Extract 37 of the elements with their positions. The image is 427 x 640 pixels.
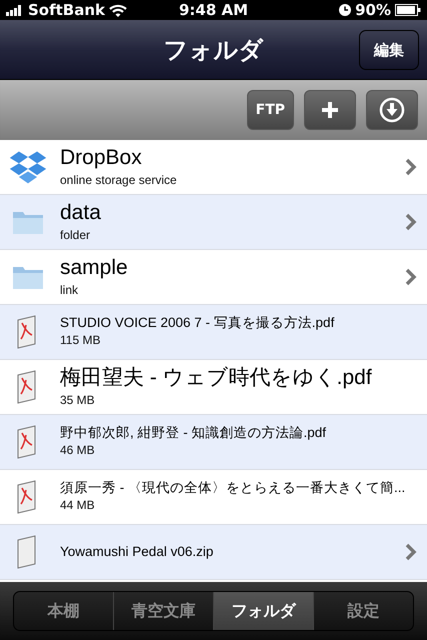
item-title[interactable]: STUDIO VOICE 2006 7 - 写真を撮る方法.pdf — [60, 314, 417, 332]
item-title[interactable]: sample — [60, 255, 405, 281]
chevron-icon — [405, 158, 417, 176]
tab[interactable]: フォルダ — [214, 592, 314, 630]
item-subtitle: 35 MB — [60, 392, 96, 409]
item-subtitle: 44 MB — [60, 497, 96, 514]
nav-title: フォルダ — [164, 34, 264, 66]
ftp-button[interactable]: FTP — [246, 90, 294, 130]
edit-button[interactable]: 編集 — [359, 30, 419, 70]
item-title[interactable]: data — [60, 200, 405, 226]
clock-icon — [339, 4, 352, 16]
signal-icon — [6, 4, 24, 16]
add-button[interactable] — [304, 90, 356, 130]
item-subtitle: 46 MB — [60, 442, 96, 460]
item-title[interactable]: 野中郁次郎, 紺野登 - 知識創造の方法論.pdf — [60, 424, 417, 442]
item-subtitle: 115 MB — [60, 332, 102, 350]
item-title[interactable]: DropBox — [60, 145, 405, 171]
carrier-name: SoftBank — [28, 0, 106, 21]
status-time: 9:48 AM — [178, 0, 248, 19]
chevron-icon — [405, 213, 417, 231]
chevron-icon — [405, 268, 417, 286]
battery-percent: 90% — [355, 0, 391, 21]
wifi-icon — [109, 4, 128, 16]
download-icon — [379, 97, 405, 123]
item-title[interactable]: 須原一秀 - 〈現代の全体〉をとらえる一番大きくて簡... — [60, 480, 417, 496]
battery-icon — [395, 4, 421, 16]
tab[interactable]: 設定 — [314, 592, 413, 630]
tab[interactable]: 本棚 — [14, 592, 114, 630]
folder-icon — [12, 209, 44, 235]
chevron-icon — [405, 543, 417, 561]
download-button[interactable] — [366, 90, 418, 130]
item-subtitle: folder — [60, 226, 92, 244]
folder-icon — [12, 264, 44, 290]
plus-icon — [321, 101, 339, 119]
item-subtitle: link — [60, 282, 80, 299]
item-subtitle: online storage service — [60, 172, 178, 189]
item-title[interactable]: 梅田望夫 - ウェブ時代をゆく.pdf — [60, 365, 417, 391]
